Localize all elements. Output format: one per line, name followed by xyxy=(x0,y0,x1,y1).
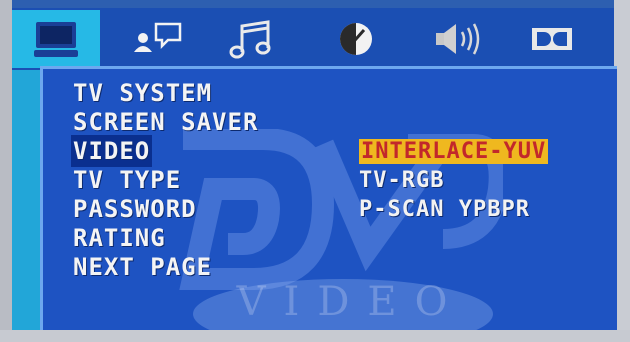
option-p-scan-ypbpr[interactable]: P-SCAN YPBPR xyxy=(359,195,548,224)
speaker-icon xyxy=(436,23,480,55)
tab-speaker[interactable] xyxy=(414,10,502,68)
settings-panel: VIDEO TV SYSTEM SCREEN SAVER VIDEO TV TY… xyxy=(40,66,617,333)
tab-video-adjust[interactable] xyxy=(312,10,400,68)
menu-item-rating[interactable]: RATING xyxy=(73,224,258,253)
setup-tab-bar xyxy=(12,8,614,70)
tab-audio[interactable] xyxy=(208,10,296,68)
option-tv-rgb[interactable]: TV-RGB xyxy=(359,166,548,195)
music-note-icon xyxy=(229,20,271,59)
bezel-bottom xyxy=(0,330,630,342)
dolby-icon xyxy=(532,28,572,50)
menu-item-tv-type[interactable]: TV TYPE xyxy=(73,166,258,195)
video-options-list: INTERLACE-YUV TV-RGB P-SCAN YPBPR xyxy=(359,137,549,224)
menu-item-screen-saver[interactable]: SCREEN SAVER xyxy=(73,108,258,137)
dvd-osd-screen: VIDEO TV SYSTEM SCREEN SAVER VIDEO TV TY… xyxy=(0,0,630,342)
menu-item-tv-system[interactable]: TV SYSTEM xyxy=(73,79,258,108)
monitor-icon xyxy=(34,22,78,57)
bezel-left xyxy=(0,0,12,342)
settings-menu: TV SYSTEM SCREEN SAVER VIDEO TV TYPE PAS… xyxy=(73,79,258,282)
speech-bubble-icon xyxy=(134,22,182,52)
menu-item-password[interactable]: PASSWORD xyxy=(73,195,258,224)
contrast-icon xyxy=(340,23,372,55)
option-interlace-yuv[interactable]: INTERLACE-YUV xyxy=(359,137,549,166)
watermark-text: VIDEO xyxy=(236,279,466,325)
tab-system[interactable] xyxy=(12,10,100,68)
tab-dolby[interactable] xyxy=(508,10,596,68)
tab-language[interactable] xyxy=(112,10,200,68)
menu-item-next-page[interactable]: NEXT PAGE xyxy=(73,253,258,282)
menu-item-video[interactable]: VIDEO xyxy=(73,137,258,166)
bezel-top xyxy=(0,0,630,8)
